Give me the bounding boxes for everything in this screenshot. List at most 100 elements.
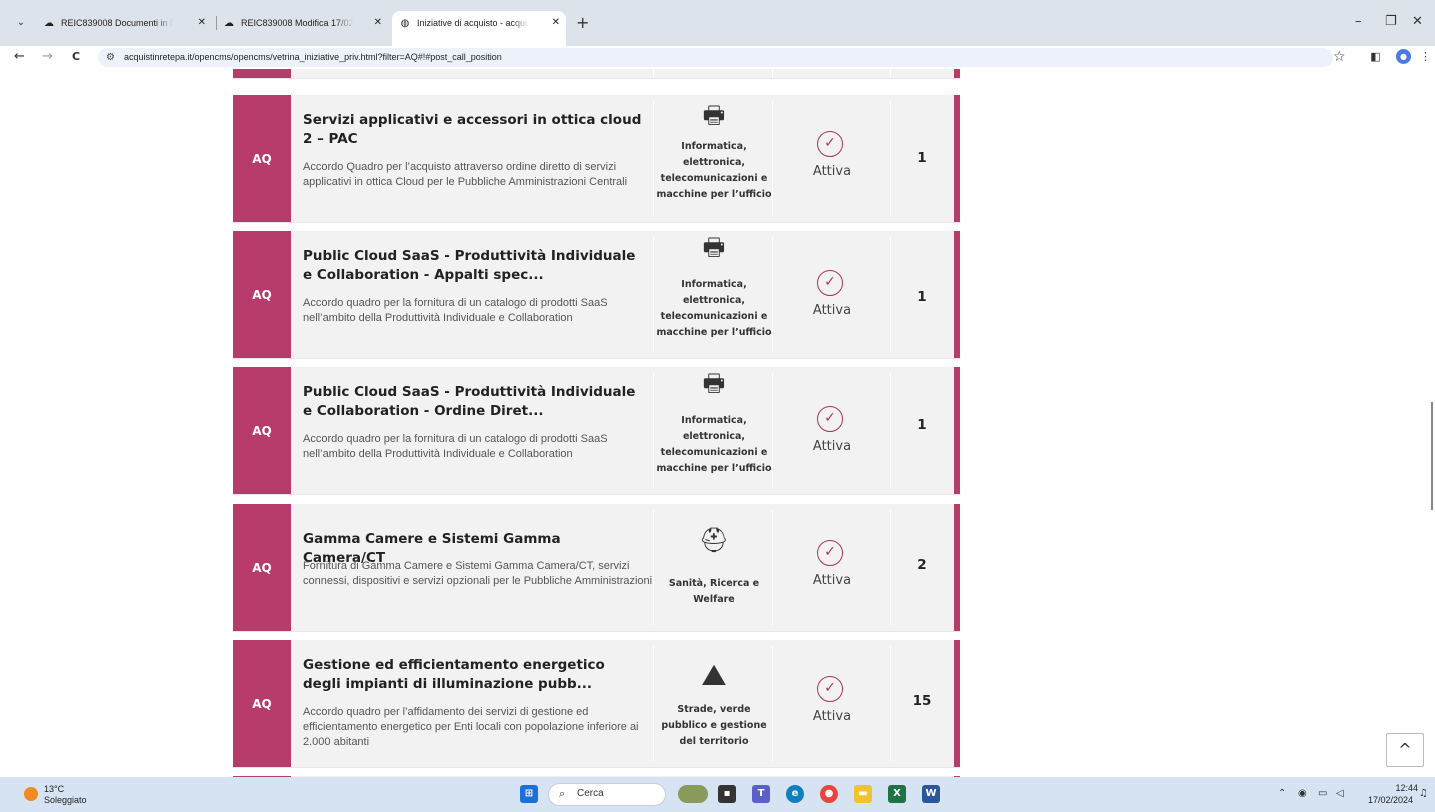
excel-icon[interactable]: X [888,785,906,803]
table-row[interactable]: AQ Gamma Camere e Sistemi Gamma Camera/C… [233,504,960,632]
clock-time[interactable]: 12:44 [1380,783,1418,793]
browser-tab[interactable]: ☁ REIC839008 Modifica 17/02/20 ✕ [222,11,388,35]
browser-tab[interactable]: ☁ REIC839008 Documenti in DA S ✕ [42,11,212,35]
initiative-title[interactable]: Public Cloud SaaS - Produttività Individ… [303,383,643,421]
tab-title: REIC839008 Documenti in DA S [61,18,173,28]
search-placeholder: Cerca [577,788,604,799]
back-button[interactable]: ← [14,46,25,68]
status-cell: ✓ Attiva [773,373,891,488]
edge-icon[interactable]: e [786,785,804,803]
category-label: Strade, verde pubblico e gestione del te… [661,704,767,747]
initiative-description: Fornitura di Gamma Camere e Sistemi Gamm… [303,560,653,587]
restore-button[interactable]: ❐ [1385,14,1397,30]
new-tab-button[interactable]: + [576,13,589,33]
row-end-bar [954,367,960,494]
browser-tab-active[interactable]: ◍ Iniziative di acquisto - acquistin ✕ [392,11,566,46]
count-value: 1 [917,417,927,433]
table-row[interactable]: AQ Gestione ed efficientamento energetic… [233,640,960,768]
windows-start-icon[interactable]: ⊞ [520,785,538,803]
file-explorer-icon[interactable]: ▬ [854,785,872,803]
task-view-icon[interactable]: ▪ [718,785,736,803]
tab-title: REIC839008 Modifica 17/02/20 [241,18,353,28]
sun-icon[interactable] [24,787,38,801]
side-panel-icon[interactable]: ◧ [1368,49,1383,64]
status-cell [773,69,891,78]
globe-icon: ◍ [400,18,410,29]
row-end-bar [954,231,960,358]
url-text[interactable]: acquistinretepa.it/opencms/opencms/vetri… [124,48,502,67]
table-row[interactable]: AQ Public Cloud SaaS - Produttività Indi… [233,367,960,495]
status-label: Attiva [812,709,852,724]
table-row-partial [233,69,960,79]
type-badge: AQ [233,95,291,222]
status-cell: ✓ Attiva [773,101,891,216]
scroll-to-top-button[interactable]: ^ [1386,733,1424,767]
status-label: Attiva [812,303,852,318]
word-icon[interactable]: W [922,785,940,803]
initiative-title[interactable]: Servizi applicativi e accessori in ottic… [303,111,643,149]
status-cell: ✓ Attiva [773,510,891,625]
category-label: Informatica, elettronica, telecomunicazi… [656,141,772,200]
row-end-bar [954,69,960,78]
row-end-bar [954,640,960,767]
tab-close-icon[interactable]: ✕ [552,11,560,35]
address-bar[interactable]: ⚙ acquistinretepa.it/opencms/opencms/vet… [98,48,1333,67]
initiative-title[interactable]: Public Cloud SaaS - Produttività Individ… [303,247,643,285]
widgets-icon[interactable] [678,785,708,803]
check-circle-icon: ✓ [817,131,843,157]
count-value: 1 [917,150,927,166]
tab-close-icon[interactable]: ✕ [198,11,206,35]
tab-close-icon[interactable]: ✕ [374,11,382,35]
road-icon: ⛰ [701,658,727,693]
type-badge: AQ [233,640,291,767]
forward-button[interactable]: → [42,46,53,68]
initiative-description: Accordo quadro per la fornitura di un ca… [303,297,608,324]
volume-icon[interactable]: ◁ [1336,787,1344,801]
count-value: 15 [912,693,932,709]
notification-icon[interactable]: ♫ [1419,787,1428,801]
category-label: Informatica, elettronica, telecomunicazi… [656,415,772,474]
initiative-title[interactable]: Gestione ed efficientamento energetico d… [303,656,643,694]
cloud-icon: ☁ [224,18,234,29]
more-menu-icon[interactable]: ⋮ [1418,49,1433,64]
status-label: Attiva [812,164,852,179]
initiative-description: Accordo Quadro per l’acquisto attraverso… [303,161,628,188]
category-cell [653,69,773,78]
bookmark-star-icon[interactable]: ☆ [1333,46,1346,68]
initiative-description: Accordo quadro per l’affidamento dei ser… [303,706,639,748]
tray-overflow-icon[interactable]: ⌃ [1278,787,1286,801]
table-row[interactable]: AQ Servizi applicativi e accessori in ot… [233,95,960,223]
chrome-icon[interactable]: ● [820,785,838,803]
row-end-bar [954,504,960,631]
minimize-button[interactable]: – [1355,14,1362,30]
type-badge: AQ [233,231,291,358]
scrollbar-thumb[interactable] [1431,402,1433,510]
printer-icon: 🖶 [702,369,726,397]
reload-button[interactable]: C [72,46,80,68]
status-label: Attiva [812,439,852,454]
teams-icon[interactable]: T [752,785,770,803]
tray-app-icon[interactable]: ◉ [1298,787,1307,801]
network-icon[interactable]: ▭ [1318,787,1327,801]
taskbar-search[interactable]: ⌕ Cerca [548,783,666,806]
address-bar-row: ← → C ⚙ acquistinretepa.it/opencms/openc… [0,46,1435,69]
table-row[interactable]: AQ Public Cloud SaaS - Produttività Indi… [233,231,960,359]
check-circle-icon: ✓ [817,676,843,702]
status-label: Attiva [812,573,852,588]
profile-avatar[interactable]: ● [1396,49,1411,64]
weather-condition[interactable]: Soleggiato [44,795,87,805]
category-label: Sanità, Ricerca e Welfare [668,578,760,605]
category-cell: 🖶 Informatica, elettronica, telecomunica… [653,101,773,216]
type-badge: AQ [233,367,291,494]
tab-search-button[interactable]: ⌄ [12,14,30,32]
close-window-button[interactable]: ✕ [1412,14,1423,30]
site-info-icon[interactable]: ⚙ [106,49,115,66]
weather-temperature[interactable]: 13°C [44,784,64,794]
type-badge: AQ [233,504,291,631]
clock-date[interactable]: 17/02/2024 [1368,795,1413,805]
printer-icon: 🖶 [702,101,726,129]
category-cell: ⛑ Sanità, Ricerca e Welfare [653,510,773,625]
check-circle-icon: ✓ [817,270,843,296]
tab-title: Iniziative di acquisto - acquistin [417,18,529,28]
printer-icon: 🖶 [702,233,726,261]
